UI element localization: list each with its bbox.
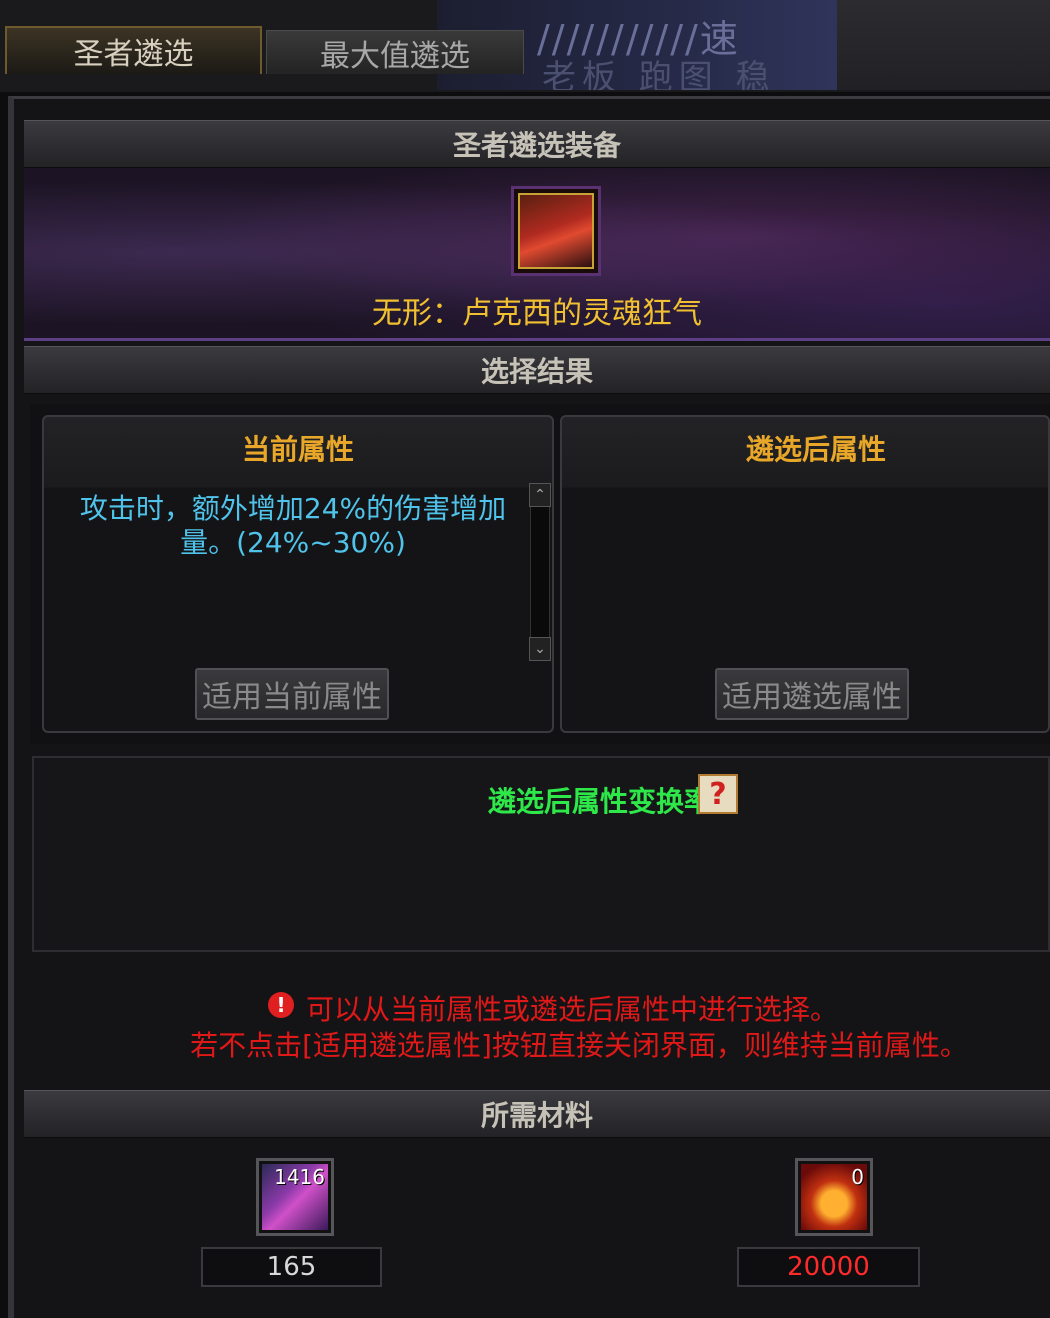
scroll-down-button[interactable]: ⌄	[529, 637, 551, 661]
current-attribute-line1: 攻击时，额外增加24%的伤害增加	[79, 492, 507, 525]
materials-header: 所需材料	[24, 1090, 1050, 1138]
material-count: 1416	[274, 1165, 325, 1189]
material-required-amount: 165	[201, 1247, 382, 1287]
scrollbar-track[interactable]	[530, 484, 550, 660]
scroll-up-button[interactable]: ⌃	[529, 483, 551, 507]
tab-saint-selection[interactable]: 圣者遴选	[5, 26, 262, 74]
chevron-down-icon: ⌄	[534, 641, 546, 657]
current-attribute-title: 当前属性	[241, 433, 354, 466]
current-attribute-line2: 量。(24%~30%)	[180, 526, 406, 559]
material-slot-crystal[interactable]: 1416	[256, 1158, 334, 1236]
result-header: 选择结果	[24, 346, 1050, 394]
current-attribute-text: 攻击时，额外增加24%的伤害增加 量。(24%~30%)	[58, 492, 528, 560]
apply-selection-button[interactable]: 适用遴选属性	[715, 668, 909, 720]
material-slot-gold[interactable]: 0	[795, 1158, 873, 1236]
equipment-image	[518, 193, 594, 269]
background-strip-line2: 老板 跑图 稳	[542, 58, 776, 90]
warning-icon: !	[268, 992, 294, 1018]
material-count: 0	[851, 1165, 864, 1189]
background-strip-right	[837, 0, 1050, 90]
equipment-header: 圣者遴选装备	[24, 120, 1050, 168]
equipment-icon[interactable]	[511, 186, 601, 276]
warning-line2: 若不点击[适用遴选属性]按钮直接关闭界面，则维持当前属性。	[190, 1029, 968, 1062]
conversion-title: 遴选后属性变换率	[487, 785, 712, 818]
help-icon[interactable]: ?	[698, 774, 738, 814]
equipment-name: 无形：卢克西的灵魂狂气	[372, 296, 702, 331]
apply-current-button[interactable]: 适用当前属性	[195, 668, 389, 720]
after-attribute-title: 遴选后属性	[745, 433, 886, 466]
tab-max-selection[interactable]: 最大值遴选	[266, 30, 524, 74]
gold-required-amount: 20000	[737, 1247, 920, 1287]
warning-line1: 可以从当前属性或遴选后属性中进行选择。	[306, 993, 839, 1026]
chevron-up-icon: ⌃	[534, 487, 546, 503]
